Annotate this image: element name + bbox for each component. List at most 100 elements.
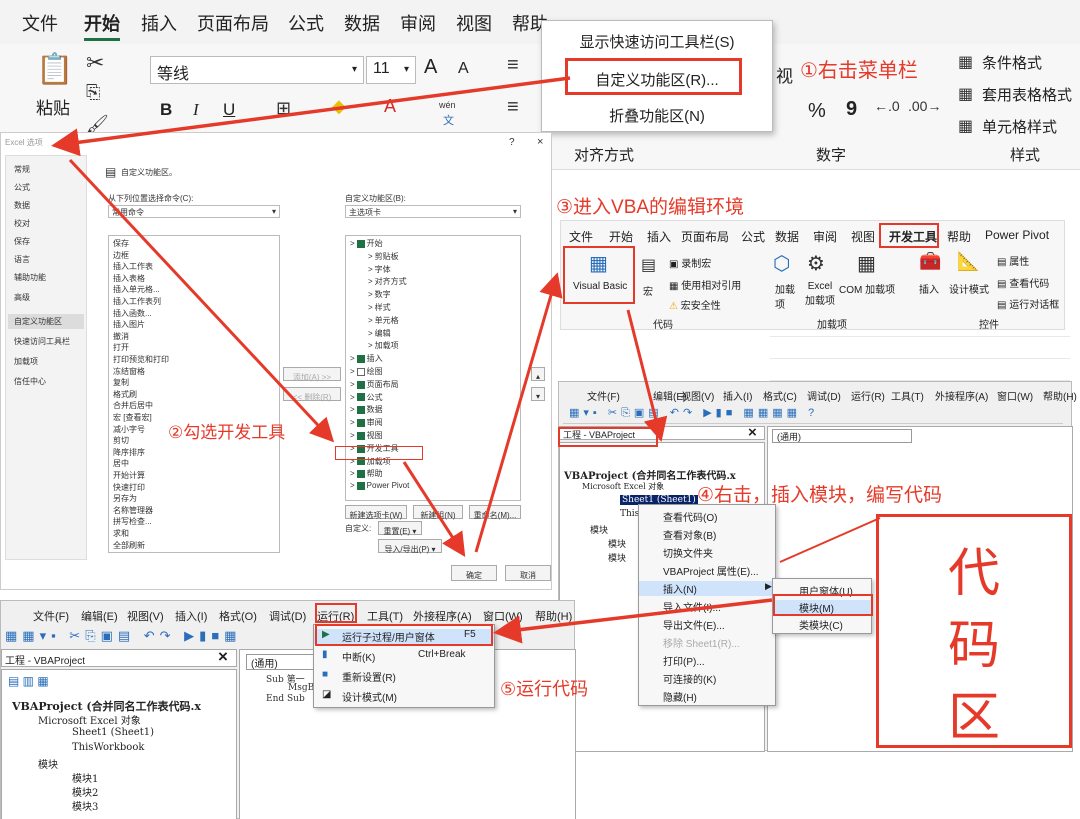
reset-button[interactable]: 重置(E) ▾	[378, 521, 422, 536]
command-item[interactable]: 撤消	[113, 331, 129, 342]
insert-control-icon[interactable]: 🧰	[919, 251, 941, 272]
menu-collapse-ribbon[interactable]: 折叠功能区(N)	[542, 105, 772, 126]
rename-button[interactable]: 重命名(M)...	[469, 505, 521, 520]
project-menu-item[interactable]: 隐藏(H)	[639, 689, 775, 704]
addins-button[interactable]: 加载项	[775, 281, 795, 311]
table-format-button[interactable]: 套用表格格式	[982, 84, 1072, 105]
vbe-bottom-toolbar[interactable]: ▦▦▾▪ ✂⎘▣▤ ↶↷ ▶▮■▦	[5, 628, 315, 648]
ribbon-tree-item[interactable]: > 绘图	[350, 366, 383, 377]
nav-qat[interactable]: 快速访问工具栏	[14, 336, 70, 347]
vbe-bottom-menu[interactable]: 插入(I)	[175, 608, 207, 624]
copy-icon[interactable]: ⎘	[86, 82, 100, 103]
ribbon-tree-item[interactable]: > 加载项	[368, 340, 399, 351]
vbe-right-menu[interactable]: 视图(V)	[681, 388, 714, 403]
dev-tab[interactable]: Power Pivot	[985, 228, 1049, 242]
ribbon-tree-item[interactable]: > 编辑	[368, 328, 391, 339]
command-item[interactable]: 快速打印	[113, 482, 145, 493]
command-item[interactable]: 边框	[113, 250, 129, 261]
cell-style-icon[interactable]: ▦	[958, 116, 973, 136]
nav-advanced[interactable]: 高级	[14, 292, 30, 303]
addins-icon[interactable]: ⬡	[773, 251, 790, 276]
close-button[interactable]: ×	[537, 136, 543, 148]
percent-button[interactable]: %	[808, 100, 826, 123]
font-name-select[interactable]: 等线 ▾	[150, 56, 364, 84]
command-item[interactable]: 拼写检查...	[113, 516, 152, 527]
code-object-select[interactable]: (通用)	[772, 429, 912, 443]
vbe-bottom-menu[interactable]: 视图(V)	[127, 608, 164, 624]
nav-data[interactable]: 数据	[14, 200, 30, 211]
font-color-icon[interactable]: A	[384, 96, 396, 117]
new-tab-button[interactable]: 新建选项卡(W)	[345, 505, 407, 520]
command-item[interactable]: 插入函数...	[113, 308, 152, 319]
dev-tab[interactable]: 开始	[609, 228, 633, 245]
insert-control-button[interactable]: 插入	[919, 281, 939, 296]
fill-color-icon[interactable]: ◆	[332, 96, 346, 117]
run-dialog-button[interactable]: ▤ 运行对话框	[997, 296, 1059, 311]
b-code-object-select[interactable]: (通用)	[246, 654, 314, 670]
ribbon-tree-item[interactable]: > 单元格	[368, 315, 399, 326]
bold-button[interactable]: B	[160, 100, 172, 120]
border-icon[interactable]: ⊞	[276, 98, 291, 119]
command-item[interactable]: 插入表格	[113, 273, 145, 284]
command-item[interactable]: 插入工作表列	[113, 296, 161, 307]
command-item[interactable]: 复制	[113, 377, 129, 388]
ribbon-tree-item[interactable]: > 帮助	[350, 468, 383, 479]
vbe-bottom-menu[interactable]: 格式(O)	[219, 608, 257, 624]
run-menu-item[interactable]: 中断(K)	[314, 649, 494, 664]
paste-icon[interactable]: 📋	[36, 52, 73, 87]
nav-save[interactable]: 保存	[14, 236, 30, 247]
record-macro-button[interactable]: ▣ 录制宏	[669, 255, 711, 270]
tree-thisworkbook[interactable]: This	[620, 509, 639, 519]
dev-tab[interactable]: 公式	[741, 228, 765, 245]
vbe-right-menu[interactable]: 外接程序(A)	[935, 388, 988, 403]
dev-tab[interactable]: 文件	[569, 228, 593, 245]
macro-button[interactable]: 宏	[643, 283, 653, 298]
nav-language[interactable]: 语言	[14, 254, 30, 265]
command-item[interactable]: 格式刷	[113, 389, 137, 400]
dev-tab[interactable]: 数据	[775, 228, 799, 245]
insert-submenu-item[interactable]: 类模块(C)	[773, 617, 871, 632]
tab-view[interactable]: 视图	[456, 10, 492, 36]
command-item[interactable]: 减小字号	[113, 424, 145, 435]
relative-ref-button[interactable]: ▦ 使用相对引用	[669, 277, 741, 292]
ribbon-tree-item[interactable]: > 数据	[350, 404, 383, 415]
menu-show-qat[interactable]: 显示快速访问工具栏(S)	[542, 31, 772, 52]
tab-home[interactable]: 开始	[84, 10, 120, 41]
tree-toolbar-icons[interactable]: ▤ ▥ ▦	[8, 674, 49, 688]
vbe-right-menu[interactable]: 运行(R)	[851, 388, 885, 403]
tree-modules[interactable]: 模块	[590, 523, 608, 536]
nav-addins[interactable]: 加载项	[14, 356, 38, 367]
macro-security-button[interactable]: ⚠ 宏安全性	[669, 297, 721, 312]
project-menu-item[interactable]: VBAProject 属性(E)...	[639, 563, 775, 578]
command-item[interactable]: 求和	[113, 528, 129, 539]
b-tree-thisworkbook[interactable]: ThisWorkbook	[72, 742, 144, 753]
tree-module-a[interactable]: 模块	[608, 537, 626, 550]
excel-addins-icon[interactable]: ⚙	[807, 251, 825, 276]
com-addins-icon[interactable]: ▦	[857, 251, 876, 276]
macro-icon[interactable]: ▤	[641, 255, 656, 275]
ok-button[interactable]: 确定	[451, 565, 497, 581]
cond-format-icon[interactable]: ▦	[958, 52, 973, 72]
excel-addins-button[interactable]: Excel 加载项	[805, 281, 835, 307]
command-item[interactable]: 打印预览和打印	[113, 354, 169, 365]
font-shrink-button[interactable]: A	[458, 60, 469, 78]
ribbon-tree-item[interactable]: > 视图	[350, 430, 383, 441]
tree-module-b[interactable]: 模块	[608, 551, 626, 564]
align-left-icon[interactable]: ≡	[507, 96, 519, 119]
ribbon-tree-item[interactable]: > 数字	[368, 289, 391, 300]
b-tree-module2[interactable]: 模块2	[72, 784, 98, 799]
dev-tab[interactable]: 审阅	[813, 228, 837, 245]
command-item[interactable]: 保存	[113, 238, 129, 249]
checkbox-checked[interactable]	[356, 431, 365, 440]
new-group-button[interactable]: 新建组(N)	[413, 505, 463, 520]
vbe-right-menu[interactable]: 格式(C)	[763, 388, 797, 403]
underline-button[interactable]: U	[223, 100, 235, 120]
command-item[interactable]: 剪切	[113, 435, 129, 446]
project-close-button[interactable]: ×	[748, 424, 757, 441]
dev-tab[interactable]: 插入	[647, 228, 671, 245]
com-addins-button[interactable]: COM 加载项	[839, 281, 895, 296]
b-tree-modules[interactable]: 模块	[38, 756, 58, 771]
vbe-right-menu[interactable]: 插入(I)	[723, 388, 752, 403]
nav-proofing[interactable]: 校对	[14, 218, 30, 229]
vbe-right-toolbar[interactable]: ▦▾▪ ✂⎘▣▤ ↶↷ ▶▮■ ▦▦▦▦ ?	[563, 406, 1063, 424]
